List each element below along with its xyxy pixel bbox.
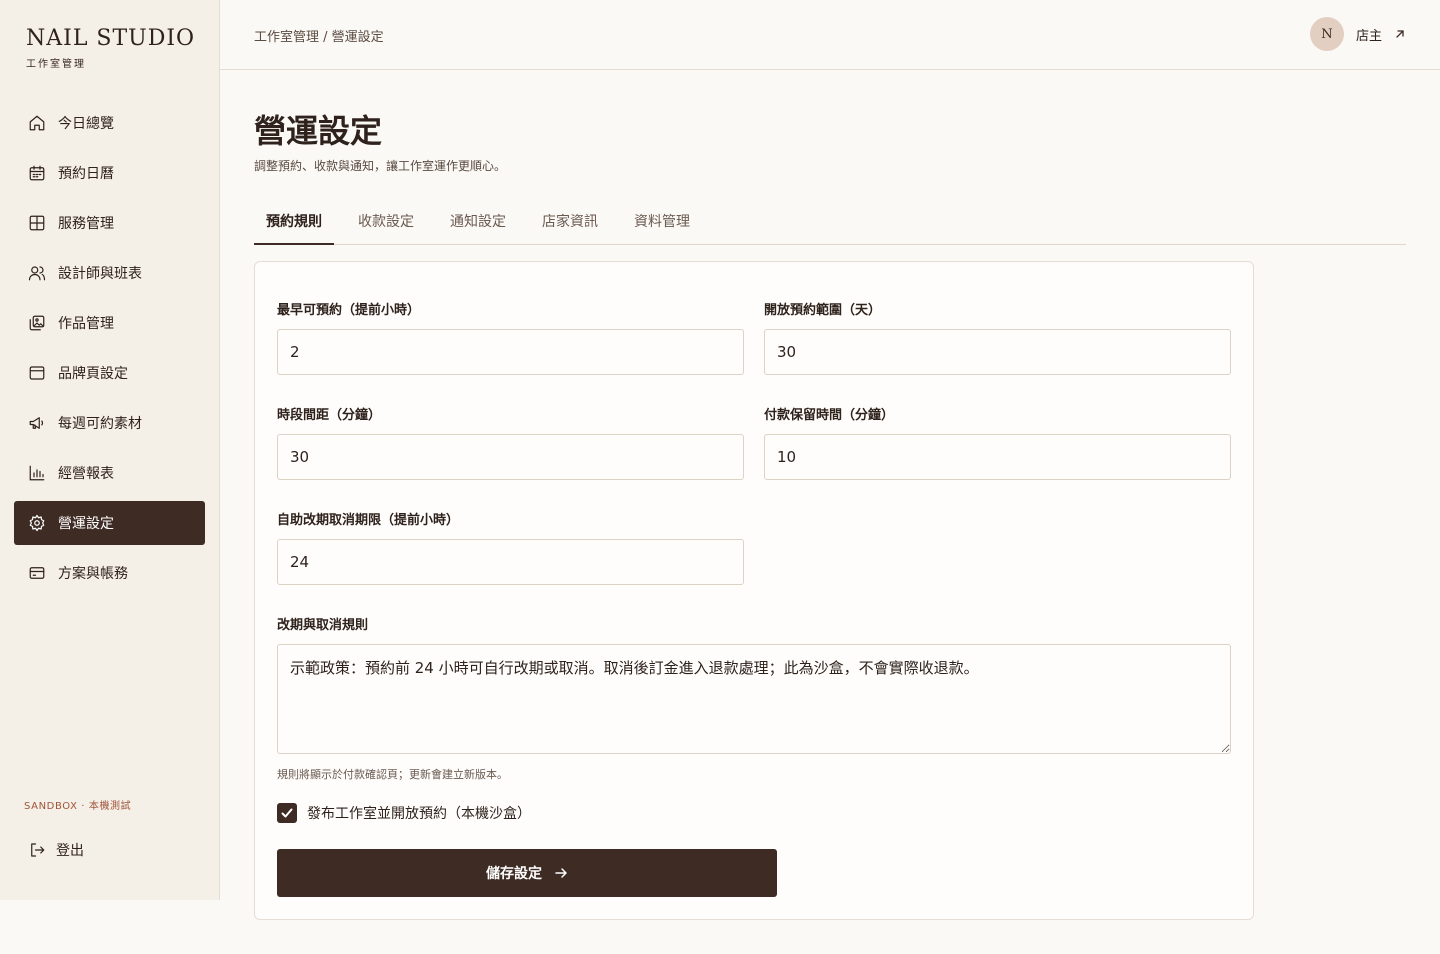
publish-checkbox-row[interactable]: 發布工作室並開放預約（本機沙盒） [277, 803, 531, 823]
tab-payment[interactable]: 收款設定 [346, 200, 426, 245]
sidebar-item-portfolio[interactable]: 作品管理 [14, 301, 205, 345]
sidebar-item-label: 品牌頁設定 [58, 366, 128, 382]
sidebar-item-overview[interactable]: 今日總覽 [14, 101, 205, 145]
sidebar-item-designers[interactable]: 設計師與班表 [14, 251, 205, 295]
user-name: 店主 [1355, 28, 1382, 44]
grid-icon [29, 215, 45, 231]
booking-range-input[interactable] [764, 329, 1231, 375]
logout-label: 登出 [56, 843, 84, 859]
sidebar-item-label: 經營報表 [58, 466, 114, 482]
publish-checkbox-label: 發布工作室並開放預約（本機沙盒） [307, 806, 531, 822]
brand-subtitle: 工作室管理 [26, 59, 86, 70]
breadcrumb: 工作室管理 / 營運設定 [254, 30, 384, 45]
sidebar-item-services[interactable]: 服務管理 [14, 201, 205, 245]
user-menu[interactable]: N 店主 [1309, 17, 1406, 51]
save-settings-button[interactable]: 儲存設定 [277, 849, 777, 897]
slot-interval-field: 時段間距（分鐘） [277, 406, 744, 480]
tab-data-management[interactable]: 資料管理 [622, 200, 702, 245]
external-link-icon [1396, 30, 1404, 38]
gear-icon [29, 514, 45, 532]
publish-checkbox[interactable] [277, 803, 297, 823]
policy-field: 改期與取消規則 示範政策：預約前 24 小時可自行改期或取消。取消後訂金進入退款… [277, 616, 1231, 758]
tab-notifications[interactable]: 通知設定 [438, 200, 518, 245]
credit-card-icon [29, 567, 45, 579]
checkmark-icon [281, 808, 293, 818]
settings-tabs: 預約規則 收款設定 通知設定 店家資訊 資料管理 [254, 200, 1406, 245]
topbar: 工作室管理 / 營運設定 N 店主 [220, 0, 1440, 70]
sidebar-item-brand-page[interactable]: 品牌頁設定 [14, 351, 205, 395]
policy-hint: 規則將顯示於付款確認頁；更新會建立新版本。 [277, 768, 508, 781]
megaphone-icon [29, 417, 44, 429]
sidebar-item-label: 服務管理 [58, 216, 114, 232]
booking-rules-card: 最早可預約（提前小時） 開放預約範圍（天） 時段間距（分鐘） 付款保留時間（分鐘… [254, 261, 1254, 920]
brand: NAIL STUDIO 工作室管理 [26, 26, 195, 70]
sidebar-item-label: 預約日曆 [58, 166, 114, 182]
payment-hold-input[interactable] [764, 434, 1231, 480]
page-subtitle: 調整預約、收款與通知，讓工作室運作更順心。 [254, 159, 507, 173]
policy-label: 改期與取消規則 [277, 618, 369, 633]
sidebar-item-label: 方案與帳務 [58, 566, 128, 582]
home-icon [29, 115, 45, 131]
booking-range-field: 開放預約範圍（天） [764, 301, 1231, 375]
tab-store-info[interactable]: 店家資訊 [530, 200, 610, 245]
gallery-icon [29, 315, 45, 331]
sidebar-item-billing[interactable]: 方案與帳務 [14, 551, 205, 595]
sandbox-badge: SANDBOX · 本機測試 [24, 801, 132, 812]
slot-interval-label: 時段間距（分鐘） [277, 408, 382, 423]
sidebar: NAIL STUDIO 工作室管理 今日總覽 預約日曆 服務管理 設計師與班表 … [0, 0, 220, 900]
sidebar-item-label: 作品管理 [58, 316, 114, 332]
booking-range-label: 開放預約範圍（天） [764, 303, 882, 318]
sidebar-item-reports[interactable]: 經營報表 [14, 451, 205, 495]
bar-chart-icon [29, 465, 45, 481]
save-settings-label: 儲存設定 [486, 866, 542, 882]
self-reschedule-field: 自助改期取消期限（提前小時） [277, 511, 744, 585]
users-icon [28, 266, 46, 281]
slot-interval-input[interactable] [277, 434, 744, 480]
sidebar-item-operations[interactable]: 營運設定 [14, 501, 205, 545]
sidebar-item-label: 每週可約素材 [58, 416, 142, 432]
browser-icon [29, 366, 45, 380]
sidebar-item-weekly-assets[interactable]: 每週可約素材 [14, 401, 205, 445]
tab-booking-rules[interactable]: 預約規則 [254, 200, 334, 245]
sidebar-item-label: 營運設定 [58, 516, 114, 532]
calendar-icon [29, 165, 45, 181]
sidebar-nav: 今日總覽 預約日曆 服務管理 設計師與班表 作品管理 品牌頁設定 每週可約素材 [14, 101, 205, 601]
earliest-booking-label: 最早可預約（提前小時） [277, 303, 421, 318]
self-reschedule-input[interactable] [277, 539, 744, 585]
arrow-right-icon [555, 868, 567, 878]
earliest-booking-input[interactable] [277, 329, 744, 375]
brand-title: NAIL STUDIO [26, 26, 196, 51]
sidebar-item-calendar[interactable]: 預約日曆 [14, 151, 205, 195]
avatar: N [1309, 17, 1344, 51]
logout-icon [31, 843, 45, 857]
page-title: 營運設定 [254, 112, 383, 150]
earliest-booking-field: 最早可預約（提前小時） [277, 301, 744, 375]
payment-hold-field: 付款保留時間（分鐘） [764, 406, 1231, 480]
sidebar-item-label: 設計師與班表 [58, 266, 142, 282]
policy-textarea[interactable]: 示範政策：預約前 24 小時可自行改期或取消。取消後訂金進入退款處理；此為沙盒，… [277, 644, 1231, 754]
payment-hold-label: 付款保留時間（分鐘） [764, 408, 895, 423]
logout-button[interactable]: 登出 [14, 831, 164, 869]
self-reschedule-label: 自助改期取消期限（提前小時） [277, 513, 460, 528]
sidebar-item-label: 今日總覽 [58, 116, 114, 132]
